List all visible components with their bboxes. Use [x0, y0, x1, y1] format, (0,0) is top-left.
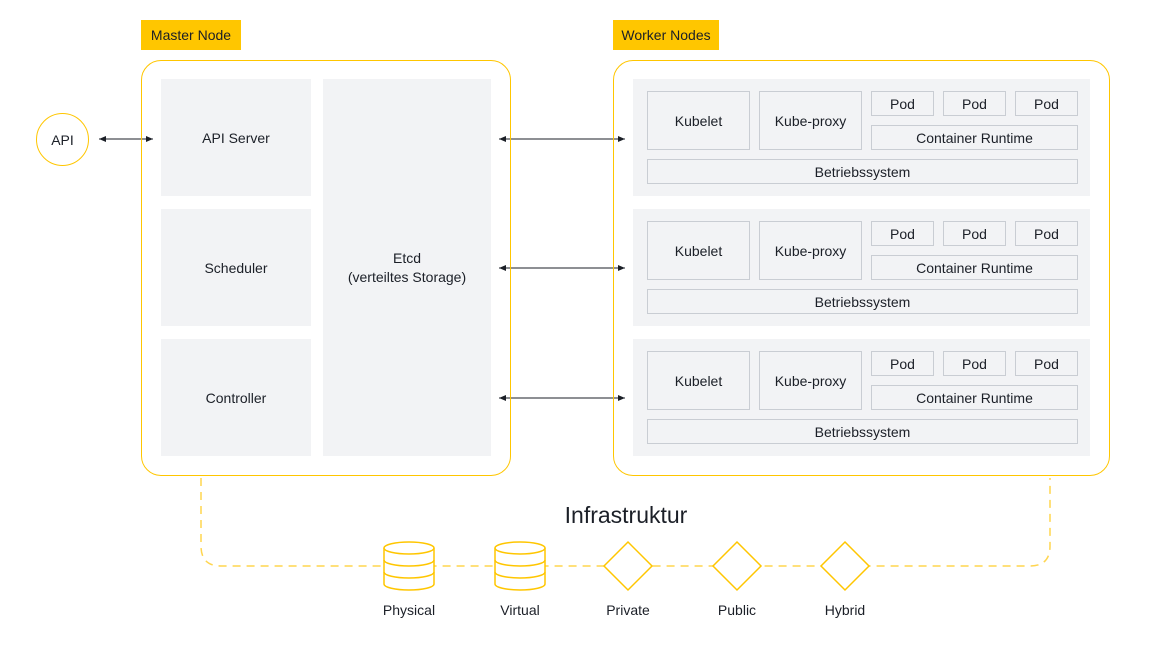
pod-box: Pod — [943, 351, 1006, 376]
kubelet-box: Kubelet — [647, 91, 750, 150]
os-box: Betriebssystem — [647, 419, 1078, 444]
kubelet-box: Kubelet — [647, 351, 750, 410]
pod-box: Pod — [1015, 351, 1078, 376]
infra-label-private: Private — [606, 602, 650, 618]
container-runtime-box: Container Runtime — [871, 125, 1078, 150]
kube-proxy-box: Kube-proxy — [759, 351, 862, 410]
pod-box: Pod — [943, 221, 1006, 246]
infra-label-virtual: Virtual — [500, 602, 540, 618]
api-server-box: API Server — [161, 79, 311, 196]
pod-box: Pod — [1015, 221, 1078, 246]
kube-proxy-box: Kube-proxy — [759, 91, 862, 150]
master-node-label: Master Node — [141, 20, 241, 50]
infra-label-public: Public — [717, 602, 757, 618]
kubelet-box: Kubelet — [647, 221, 750, 280]
container-runtime-box: Container Runtime — [871, 385, 1078, 410]
api-circle: API — [36, 113, 89, 166]
pod-box: Pod — [943, 91, 1006, 116]
database-icon — [494, 541, 546, 591]
database-icon — [383, 541, 435, 591]
diamond-icon — [819, 540, 871, 592]
pod-box: Pod — [1015, 91, 1078, 116]
pod-box: Pod — [871, 91, 934, 116]
kube-proxy-box: Kube-proxy — [759, 221, 862, 280]
etcd-title: Etcd — [392, 249, 421, 266]
infra-label-hybrid: Hybrid — [824, 602, 866, 618]
etcd-subtitle: (verteiltes Storage) — [347, 268, 467, 285]
etcd-box: Etcd (verteiltes Storage) — [323, 79, 491, 456]
os-box: Betriebssystem — [647, 159, 1078, 184]
os-box: Betriebssystem — [647, 289, 1078, 314]
worker-nodes-label: Worker Nodes — [613, 20, 719, 50]
infrastructure-title: Infrastruktur — [564, 502, 688, 528]
pod-box: Pod — [871, 221, 934, 246]
scheduler-box: Scheduler — [161, 209, 311, 326]
kubernetes-architecture-diagram: API Master Node API Server Scheduler Con… — [0, 0, 1170, 660]
pod-box: Pod — [871, 351, 934, 376]
controller-box: Controller — [161, 339, 311, 456]
infra-label-physical: Physical — [382, 602, 436, 618]
api-label: API — [51, 131, 74, 148]
diamond-icon — [711, 540, 763, 592]
diamond-icon — [602, 540, 654, 592]
container-runtime-box: Container Runtime — [871, 255, 1078, 280]
